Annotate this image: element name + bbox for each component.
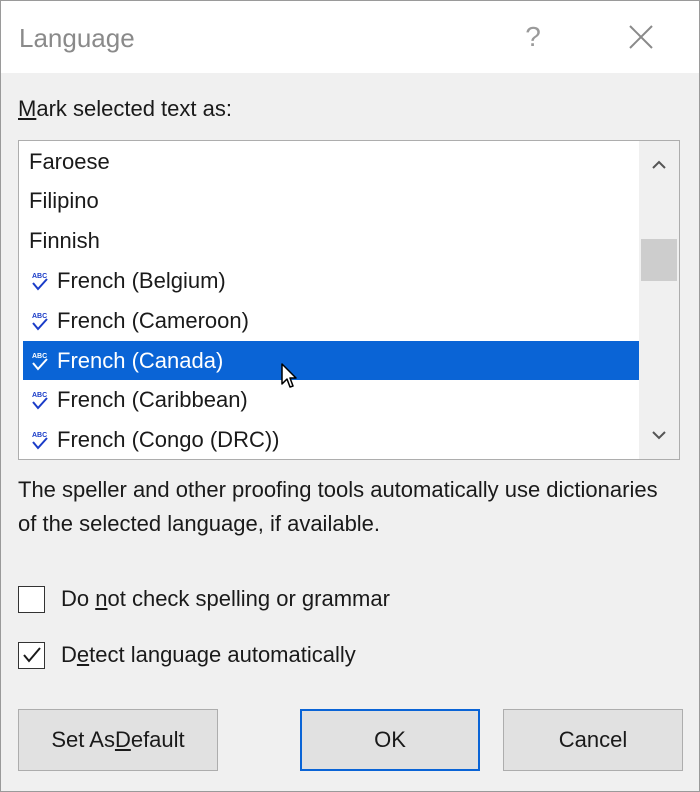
label-part: Do [61, 586, 96, 611]
dialog-title: Language [19, 23, 135, 53]
no-check-spelling-checkbox[interactable] [18, 585, 45, 613]
svg-text:ABC: ABC [32, 432, 47, 439]
spell-check-icon: ABC [23, 350, 57, 372]
detect-language-checkbox[interactable] [18, 641, 45, 669]
title-bar: Language ? [1, 1, 699, 73]
svg-text:ABC: ABC [32, 273, 47, 280]
language-list-item[interactable]: ABC French (Caribbean) [23, 381, 639, 420]
spell-check-icon: ABC [23, 429, 57, 451]
language-dialog: Language ? Mark selected text as: Faroes… [0, 0, 700, 792]
close-icon [629, 25, 653, 49]
proofing-description: The speller and other proofing tools aut… [18, 477, 658, 536]
spell-check-icon: ABC [23, 270, 57, 292]
scroll-up-button[interactable] [639, 147, 679, 183]
vertical-scrollbar[interactable] [639, 141, 679, 459]
accelerator-key: D [114, 727, 131, 752]
spell-check-icon: ABC [23, 310, 57, 332]
language-label: French (Caribbean) [57, 387, 248, 413]
language-label: French (Belgium) [57, 267, 226, 293]
language-label: French (Congo (DRC)) [57, 427, 280, 453]
language-list-item[interactable]: ABC French (Congo (DRC)) [23, 421, 639, 459]
detect-language-option[interactable]: Detect language automatically [18, 639, 356, 671]
scroll-down-button[interactable] [639, 417, 679, 453]
language-list-item[interactable]: Faroese [23, 142, 639, 181]
spell-check-icon: ABC [23, 389, 57, 411]
language-list-item[interactable]: ABC French (Canada) [23, 341, 639, 380]
help-icon: ? [525, 21, 541, 52]
svg-text:ABC: ABC [32, 392, 47, 399]
language-label: French (Canada) [57, 347, 224, 373]
language-list-item[interactable]: ABC French (Belgium) [23, 261, 639, 300]
language-label: French (Cameroon) [57, 307, 249, 333]
accelerator-key: e [76, 642, 90, 667]
accelerator-key: M [18, 96, 37, 121]
label-part: ot check spelling or grammar [107, 586, 390, 611]
label-part: Set As [51, 727, 115, 752]
mouse-pointer-icon [281, 363, 297, 388]
label-text: ark selected text as: [36, 96, 232, 121]
no-check-spelling-option[interactable]: Do not check spelling or grammar [18, 583, 390, 615]
chevron-down-icon [652, 431, 666, 440]
close-button[interactable] [611, 11, 671, 63]
language-label: Faroese [29, 148, 110, 174]
language-list-item[interactable]: Filipino [23, 182, 639, 221]
label-part: efault [130, 727, 185, 752]
scrollbar-thumb[interactable] [641, 239, 677, 281]
accelerator-key: n [95, 586, 108, 611]
label-part: tect language automatically [89, 642, 356, 667]
svg-text:ABC: ABC [32, 353, 47, 360]
help-button[interactable]: ? [507, 11, 559, 63]
language-listbox[interactable]: Faroese Filipino Finnish ABC French (Belgium… [18, 140, 680, 460]
svg-text:ABC: ABC [32, 313, 47, 320]
ok-button[interactable]: OK [300, 709, 480, 771]
chevron-up-icon [652, 160, 666, 169]
language-label: Finnish [29, 228, 100, 254]
label-part: D [61, 642, 77, 667]
set-as-default-button[interactable]: Set As Default [18, 709, 218, 771]
language-list-item[interactable]: ABC French (Cameroon) [23, 301, 639, 340]
detect-language-label: Detect language automatically [61, 642, 356, 668]
checkmark-icon [22, 647, 41, 663]
cancel-button[interactable]: Cancel [503, 709, 683, 771]
mark-selected-text-label: Mark selected text as: [18, 96, 232, 122]
language-label: Filipino [29, 188, 99, 214]
language-list-item[interactable]: Finnish [23, 222, 639, 261]
no-check-spelling-label: Do not check spelling or grammar [61, 586, 390, 612]
